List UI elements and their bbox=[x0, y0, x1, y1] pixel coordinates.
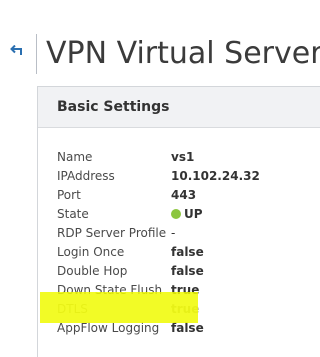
row-name: Name vs1 bbox=[57, 147, 260, 166]
title-divider bbox=[36, 34, 37, 74]
row-login-once: Login Once false bbox=[57, 242, 260, 261]
row-appflow-logging: AppFlow Logging false bbox=[57, 318, 260, 337]
row-label: Login Once bbox=[57, 244, 125, 259]
row-label: Port bbox=[57, 187, 81, 202]
row-down-state-flush: Down State Flush true bbox=[57, 280, 260, 299]
row-value: true bbox=[171, 301, 200, 316]
row-value: 10.102.24.32 bbox=[171, 168, 260, 183]
row-value: vs1 bbox=[171, 149, 195, 164]
row-state: State UP bbox=[57, 204, 260, 223]
row-value: false bbox=[171, 320, 204, 335]
row-dtls: DTLS true bbox=[57, 299, 260, 318]
row-rdp-server-profile: RDP Server Profile - bbox=[57, 223, 260, 242]
row-port: Port 443 bbox=[57, 185, 260, 204]
row-value: false bbox=[171, 263, 204, 278]
row-label: Down State Flush bbox=[57, 282, 163, 297]
back-button[interactable] bbox=[6, 40, 28, 62]
row-ipaddress: IPAddress 10.102.24.32 bbox=[57, 166, 260, 185]
state-text: UP bbox=[184, 206, 203, 221]
row-value: false bbox=[171, 244, 204, 259]
row-value: true bbox=[171, 282, 200, 297]
row-value-state: UP bbox=[171, 207, 203, 221]
row-label: AppFlow Logging bbox=[57, 320, 160, 335]
row-label: IPAddress bbox=[57, 168, 115, 183]
row-label: RDP Server Profile bbox=[57, 225, 167, 240]
row-value: - bbox=[171, 225, 176, 240]
row-label: Name bbox=[57, 149, 93, 164]
row-label: Double Hop bbox=[57, 263, 128, 278]
panel-header[interactable]: Basic Settings bbox=[38, 87, 320, 128]
row-label: State bbox=[57, 206, 89, 221]
panel-title: Basic Settings bbox=[57, 99, 170, 115]
row-label: DTLS bbox=[57, 301, 88, 316]
row-double-hop: Double Hop false bbox=[57, 261, 260, 280]
status-dot-icon bbox=[171, 208, 181, 219]
settings-list: Name vs1 IPAddress 10.102.24.32 Port 443… bbox=[57, 147, 260, 337]
row-value: 443 bbox=[171, 187, 197, 202]
page-title: VPN Virtual Server bbox=[46, 36, 320, 71]
basic-settings-panel: Basic Settings Name vs1 IPAddress 10.102… bbox=[37, 86, 320, 357]
back-arrow-icon bbox=[10, 45, 22, 55]
